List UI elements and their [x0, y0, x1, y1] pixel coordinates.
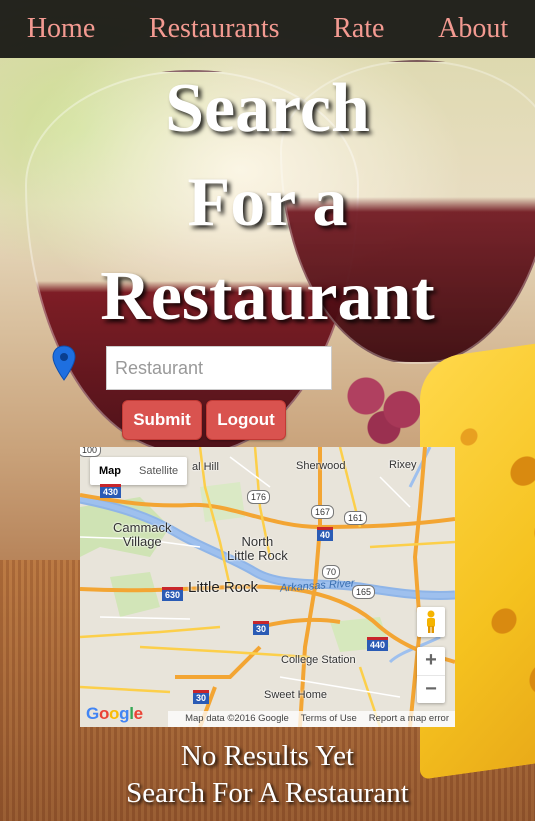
map-label-little-rock: Little Rock: [188, 579, 259, 596]
highway-shield-100: 100: [80, 447, 102, 457]
map-type-control: Map Satellite: [90, 457, 188, 485]
location-pin-icon: [52, 345, 76, 381]
map-label-cammack-village: Cammack Village: [113, 520, 172, 549]
results-message: No Results Yet Search For A Restaurant: [0, 738, 535, 812]
map-report-error-link[interactable]: Report a map error: [363, 711, 455, 727]
street-view-pegman-button[interactable]: [417, 607, 445, 637]
map-label-college-station: College Station: [281, 654, 356, 666]
highway-shield-176: 176: [247, 490, 271, 504]
google-logo: Google: [86, 704, 143, 723]
results-status: No Results Yet: [180, 740, 355, 772]
title-line-1: Search: [165, 70, 370, 147]
highway-shield-167: 167: [311, 505, 335, 519]
title-line-2: For a: [187, 164, 348, 241]
zoom-out-button[interactable]: −: [417, 676, 445, 704]
map-tiles: [80, 447, 455, 727]
map-label-north-little-rock: North Little Rock: [227, 534, 288, 563]
highway-shield-430: 430: [100, 484, 122, 498]
zoom-in-button[interactable]: +: [417, 647, 445, 676]
top-nav: Home Restaurants Rate About: [0, 0, 535, 58]
map-type-map-button[interactable]: Map: [90, 457, 130, 485]
logout-button[interactable]: Logout: [206, 400, 286, 440]
nav-rate[interactable]: Rate: [333, 13, 384, 45]
results-hint: Search For A Restaurant: [126, 777, 409, 809]
nav-home[interactable]: Home: [27, 13, 95, 45]
restaurant-search-input[interactable]: [106, 346, 332, 390]
highway-shield-40: 40: [317, 527, 334, 541]
map-label-rixey: Rixey: [389, 459, 417, 471]
page-title: Search For a Restaurant: [0, 62, 535, 344]
nav-about[interactable]: About: [438, 13, 508, 45]
submit-button[interactable]: Submit: [122, 400, 202, 440]
map-attribution-bar: Map data ©2016 Google Terms of Use Repor…: [168, 711, 455, 727]
map-label-sherwood: Sherwood: [296, 460, 346, 472]
nav-restaurants[interactable]: Restaurants: [149, 13, 280, 45]
highway-shield-70: 70: [322, 565, 341, 579]
zoom-control: + −: [417, 647, 445, 703]
map-label-sweet-home: Sweet Home: [264, 689, 327, 701]
highway-shield-630: 630: [162, 587, 184, 601]
title-line-3: Restaurant: [100, 258, 435, 335]
pegman-icon: [427, 610, 435, 633]
highway-shield-30-south: 30: [193, 690, 210, 704]
highway-shield-30-north: 30: [253, 621, 270, 635]
highway-shield-161: 161: [344, 511, 368, 525]
map-label-hill: al Hill: [192, 461, 219, 473]
map-terms-link[interactable]: Terms of Use: [295, 711, 363, 727]
map-attribution: Map data ©2016 Google: [185, 713, 289, 724]
map-view[interactable]: Map Satellite al Hill Sherwood Rixey Cam…: [80, 447, 455, 727]
highway-shield-165: 165: [352, 585, 376, 599]
map-type-satellite-button[interactable]: Satellite: [130, 457, 187, 485]
highway-shield-440: 440: [367, 637, 389, 651]
